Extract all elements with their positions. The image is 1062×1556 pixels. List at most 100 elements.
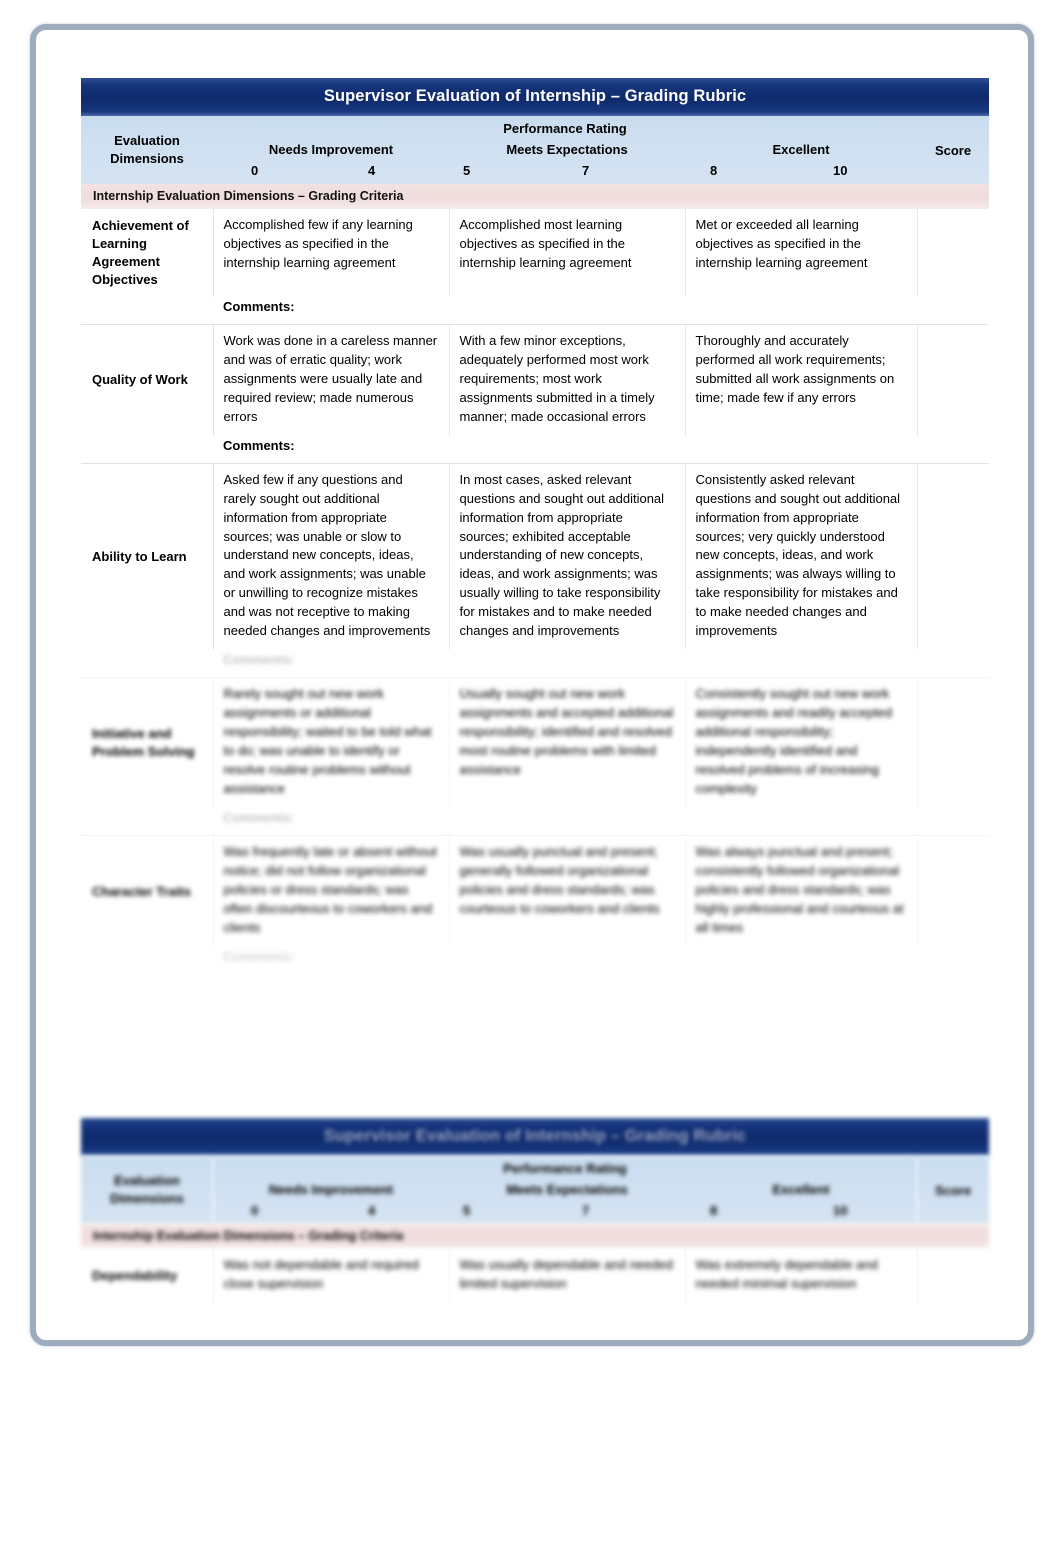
performance-rating-label-continued: Performance Rating: [503, 1161, 627, 1176]
comments-row: Comments:: [81, 435, 990, 463]
column-header-dimensions: Evaluation Dimensions: [81, 116, 213, 184]
excellent-cell: Consistently asked relevant questions an…: [685, 463, 918, 651]
comments-cell[interactable]: Comments:: [213, 435, 990, 463]
table-row: Quality of Work Work was done in a carel…: [81, 324, 990, 436]
comments-cell[interactable]: Comments:: [213, 946, 990, 974]
comments-row: Comments:: [81, 808, 990, 836]
meets-expectations-cell: Was usually punctual and present; genera…: [449, 836, 686, 947]
page-title-continued: Supervisor Evaluation of Internship – Gr…: [81, 1118, 990, 1156]
score-cell[interactable]: [916, 463, 990, 651]
dimension-label: Ability to Learn: [81, 463, 214, 651]
meets-expectations-cell: Usually sought out new work assignments …: [449, 678, 686, 809]
needs-improvement-high-continued: 4: [368, 1203, 376, 1218]
needs-improvement-cell: Work was done in a careless manner and w…: [213, 324, 450, 436]
comments-spacer: [81, 946, 213, 974]
rubric-title-bar: Supervisor Evaluation of Internship – Gr…: [81, 78, 990, 116]
excellent-low: 8: [710, 163, 718, 178]
meets-expectations-cell: With a few minor exceptions, adequately …: [449, 324, 686, 436]
band-range-needs-improvement: 0 4: [213, 163, 449, 183]
comments-spacer: [81, 808, 213, 836]
comments-row: Comments:: [81, 946, 990, 974]
score-cell[interactable]: [916, 1249, 990, 1303]
comments-colon: :: [290, 948, 295, 964]
needs-improvement-low: 0: [251, 163, 259, 178]
comments-colon: :: [290, 437, 295, 453]
band-range-meets-expectations-continued: 5 7: [449, 1203, 685, 1223]
dimension-label: Dependability: [81, 1249, 214, 1303]
excellent-high: 10: [833, 163, 848, 178]
table-row: Achievement of Learning Agreement Object…: [81, 209, 990, 297]
band-range-excellent: 8 10: [685, 163, 917, 183]
dimensions-line-2: Dimensions: [110, 151, 184, 166]
band-range-excellent-continued: 8 10: [685, 1203, 917, 1223]
meets-expectations-low: 5: [463, 163, 471, 178]
dimensions-line-1: Evaluation: [114, 133, 180, 149]
comments-spacer: [81, 296, 213, 324]
dimension-label: Character Traits: [81, 836, 214, 947]
meets-expectations-low-continued: 5: [463, 1203, 471, 1218]
criteria-band-row: Internship Evaluation Dimensions – Gradi…: [81, 184, 990, 209]
column-header-score-continued: Score: [917, 1156, 990, 1224]
band-label-excellent: Excellent: [772, 142, 830, 157]
meets-expectations-high: 7: [582, 163, 590, 178]
column-header-performance-rating-continued: Performance Rating Needs Improvement Mee…: [213, 1156, 917, 1224]
excellent-cell: Was extremely dependable and needed mini…: [685, 1249, 918, 1303]
criteria-band-label: Internship Evaluation Dimensions – Gradi…: [81, 184, 990, 209]
needs-improvement-low-continued: 0: [251, 1203, 259, 1218]
dimension-label: Initiative and Problem Solving: [81, 678, 214, 809]
comments-label: Comments: [223, 298, 291, 314]
table-row: Dependability Was not dependable and req…: [81, 1249, 990, 1303]
column-header-score: Score: [917, 116, 990, 184]
band-range-needs-improvement-continued: 0 4: [213, 1203, 449, 1223]
score-cell[interactable]: [916, 209, 990, 297]
column-header-dimensions-continued: Evaluation Dimensions: [81, 1156, 213, 1224]
rubric-table-continued: Supervisor Evaluation of Internship – Gr…: [81, 1118, 990, 1303]
band-label-needs-improvement-continued: Needs Improvement: [268, 1182, 394, 1197]
criteria-band-row-continued: Internship Evaluation Dimensions – Gradi…: [81, 1224, 990, 1249]
needs-improvement-cell: Was not dependable and required close su…: [213, 1249, 450, 1303]
comments-spacer: [81, 650, 213, 678]
excellent-high-continued: 10: [833, 1203, 848, 1218]
dimension-label: Quality of Work: [81, 324, 214, 436]
comments-cell[interactable]: Comments:: [213, 296, 990, 324]
comments-colon: :: [290, 810, 295, 826]
excellent-cell: Was always punctual and present; consist…: [685, 836, 918, 947]
page-title: Supervisor Evaluation of Internship – Gr…: [81, 78, 990, 116]
meets-expectations-high-continued: 7: [582, 1203, 590, 1218]
score-cell[interactable]: [916, 836, 990, 947]
excellent-cell: Thoroughly and accurately performed all …: [685, 324, 918, 436]
band-label-needs-improvement: Needs Improvement: [268, 142, 394, 157]
comments-colon: :: [290, 652, 295, 668]
excellent-cell: Consistently sought out new work assignm…: [685, 678, 918, 809]
band-label-meets-expectations: Meets Expectations: [506, 142, 628, 157]
rubric-header-row-continued: Evaluation Dimensions Performance Rating…: [81, 1156, 990, 1224]
column-header-performance-rating: Performance Rating Needs Improvement Mee…: [213, 116, 917, 184]
dimension-label: Achievement of Learning Agreement Object…: [81, 209, 214, 297]
comments-label: Comments: [223, 652, 291, 668]
score-cell[interactable]: [916, 678, 990, 809]
comments-spacer: [81, 435, 213, 463]
table-row: Initiative and Problem Solving Rarely so…: [81, 678, 990, 809]
band-label-meets-expectations-continued: Meets Expectations: [506, 1182, 628, 1197]
needs-improvement-high: 4: [368, 163, 376, 178]
meets-expectations-cell: Accomplished most learning objectives as…: [449, 209, 686, 297]
comments-cell[interactable]: Comments:: [213, 808, 990, 836]
comments-label: Comments: [223, 437, 291, 453]
document-page: Supervisor Evaluation of Internship – Gr…: [30, 24, 1034, 1346]
excellent-low-continued: 8: [710, 1203, 718, 1218]
comments-label: Comments: [223, 948, 291, 964]
meets-expectations-cell: Was usually dependable and needed limite…: [449, 1249, 686, 1303]
rubric-table: Supervisor Evaluation of Internship – Gr…: [81, 78, 990, 974]
rubric-title-bar-continued: Supervisor Evaluation of Internship – Gr…: [81, 1118, 990, 1156]
comments-colon: :: [290, 298, 295, 314]
meets-expectations-cell: In most cases, asked relevant questions …: [449, 463, 686, 651]
needs-improvement-cell: Was frequently late or absent without no…: [213, 836, 450, 947]
comments-row: Comments:: [81, 296, 990, 324]
needs-improvement-cell: Rarely sought out new work assignments o…: [213, 678, 450, 809]
table-row: Character Traits Was frequently late or …: [81, 836, 990, 947]
comments-cell[interactable]: Comments:: [213, 650, 990, 678]
comments-label: Comments: [223, 810, 291, 826]
comments-row: Comments:: [81, 650, 990, 678]
score-cell[interactable]: [916, 324, 990, 436]
needs-improvement-cell: Accomplished few if any learning objecti…: [213, 209, 450, 297]
